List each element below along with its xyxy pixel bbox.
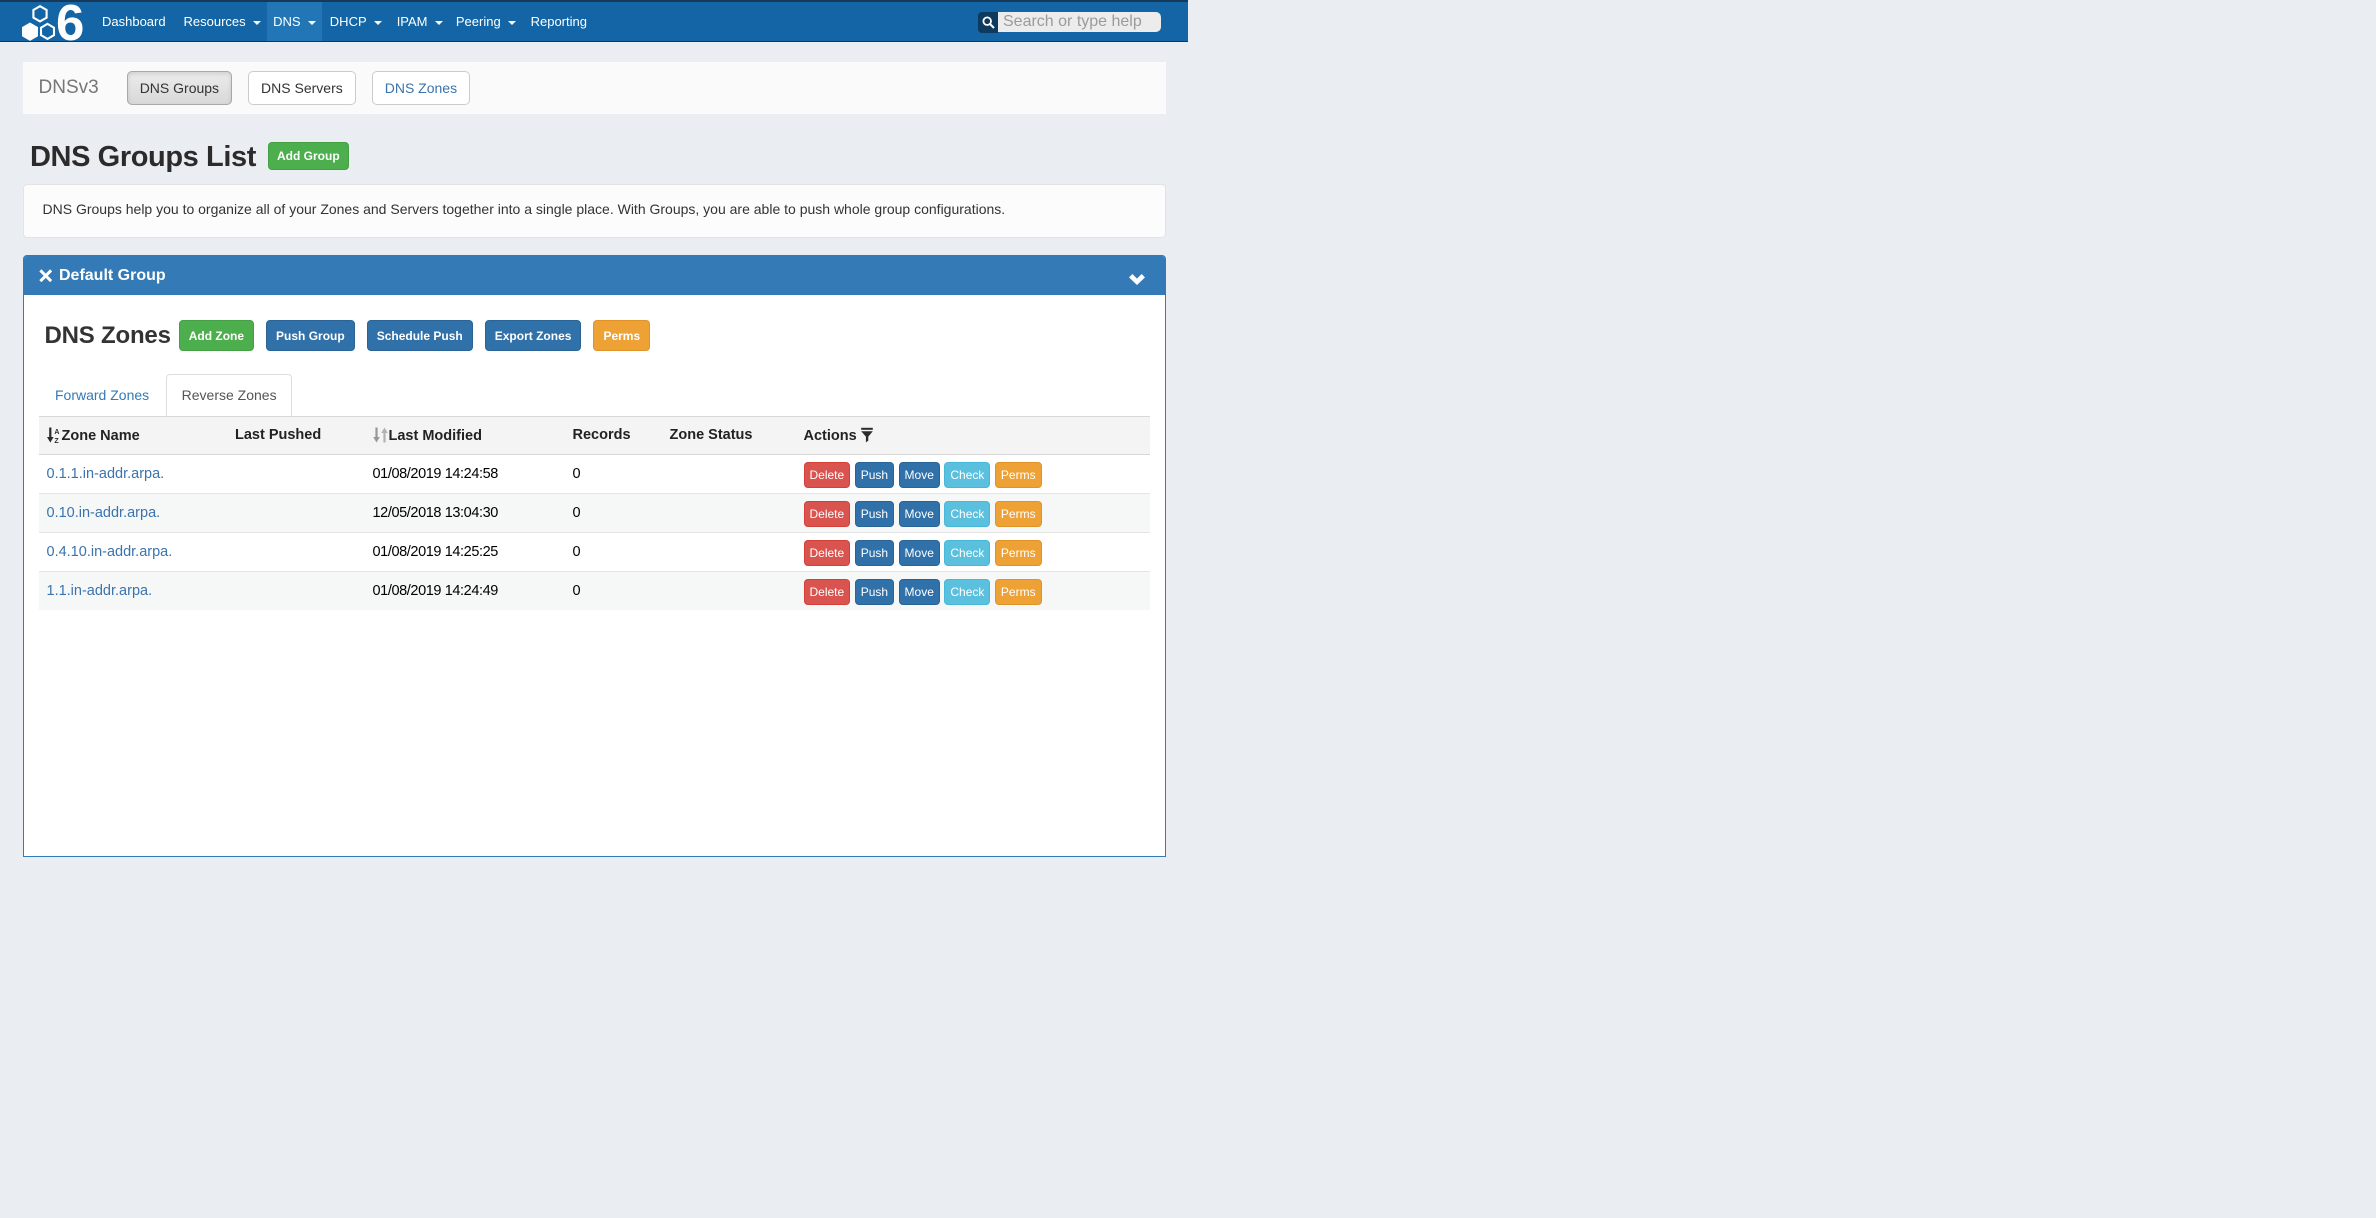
svg-text:6: 6 (56, 3, 84, 43)
svg-text:Z: Z (54, 437, 59, 442)
svg-text:A: A (54, 429, 59, 436)
